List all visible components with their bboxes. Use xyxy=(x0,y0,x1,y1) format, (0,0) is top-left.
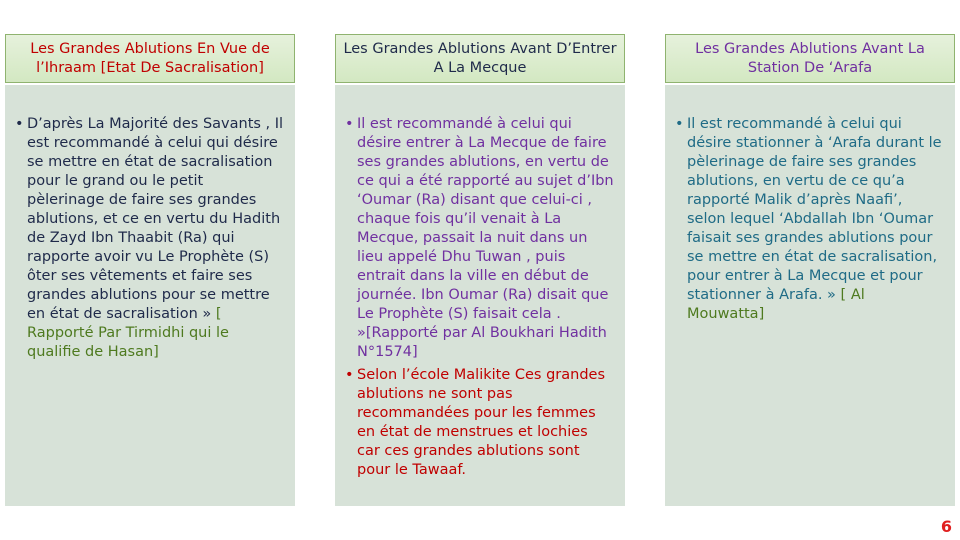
page-number: 6 xyxy=(940,517,952,536)
bullet-text: Il est recommandé à celui qui désire ent… xyxy=(357,116,614,341)
column-body: • D’après La Majorité des Savants , Il e… xyxy=(5,85,295,506)
bullet-text: Selon l’école Malikite Ces grandes ablut… xyxy=(357,367,606,478)
bullet-text: Il est recommandé à celui qui désire sta… xyxy=(687,116,942,303)
column-title: Les Grandes Ablutions En Vue de l’Ihraam… xyxy=(30,40,270,76)
bullet-item: • D’après La Majorité des Savants , Il e… xyxy=(15,115,285,362)
column-body: • Il est recommandé à celui qui désire e… xyxy=(335,85,625,506)
bullet-item: • Il est recommandé à celui qui désire e… xyxy=(345,115,615,362)
column-arafa: Les Grandes Ablutions Avant La Station D… xyxy=(665,34,955,506)
column-header: Les Grandes Ablutions Avant D’Entrer A L… xyxy=(335,34,625,83)
column-header: Les Grandes Ablutions En Vue de l’Ihraam… xyxy=(5,34,295,83)
bullet-item: • Il est recommandé à celui qui désire s… xyxy=(675,115,945,324)
bullet-icon: • xyxy=(345,367,354,383)
bullet-icon: • xyxy=(15,116,24,132)
column-title: Les Grandes Ablutions Avant D’Entrer A L… xyxy=(343,40,617,76)
column-body: • Il est recommandé à celui qui désire s… xyxy=(665,85,955,506)
column-header: Les Grandes Ablutions Avant La Station D… xyxy=(665,34,955,83)
bullet-reference: [Rapporté par Al Boukhari Hadith N°1574] xyxy=(357,325,607,360)
column-ihraam: Les Grandes Ablutions En Vue de l’Ihraam… xyxy=(5,34,295,506)
column-la-mecque: Les Grandes Ablutions Avant D’Entrer A L… xyxy=(335,34,625,506)
column-title: Les Grandes Ablutions Avant La Station D… xyxy=(695,40,925,76)
bullet-text: D’après La Majorité des Savants , Il est… xyxy=(27,116,284,322)
bullet-icon: • xyxy=(345,116,354,132)
bullet-item: • Selon l’école Malikite Ces grandes abl… xyxy=(345,366,615,480)
bullet-icon: • xyxy=(675,116,684,132)
